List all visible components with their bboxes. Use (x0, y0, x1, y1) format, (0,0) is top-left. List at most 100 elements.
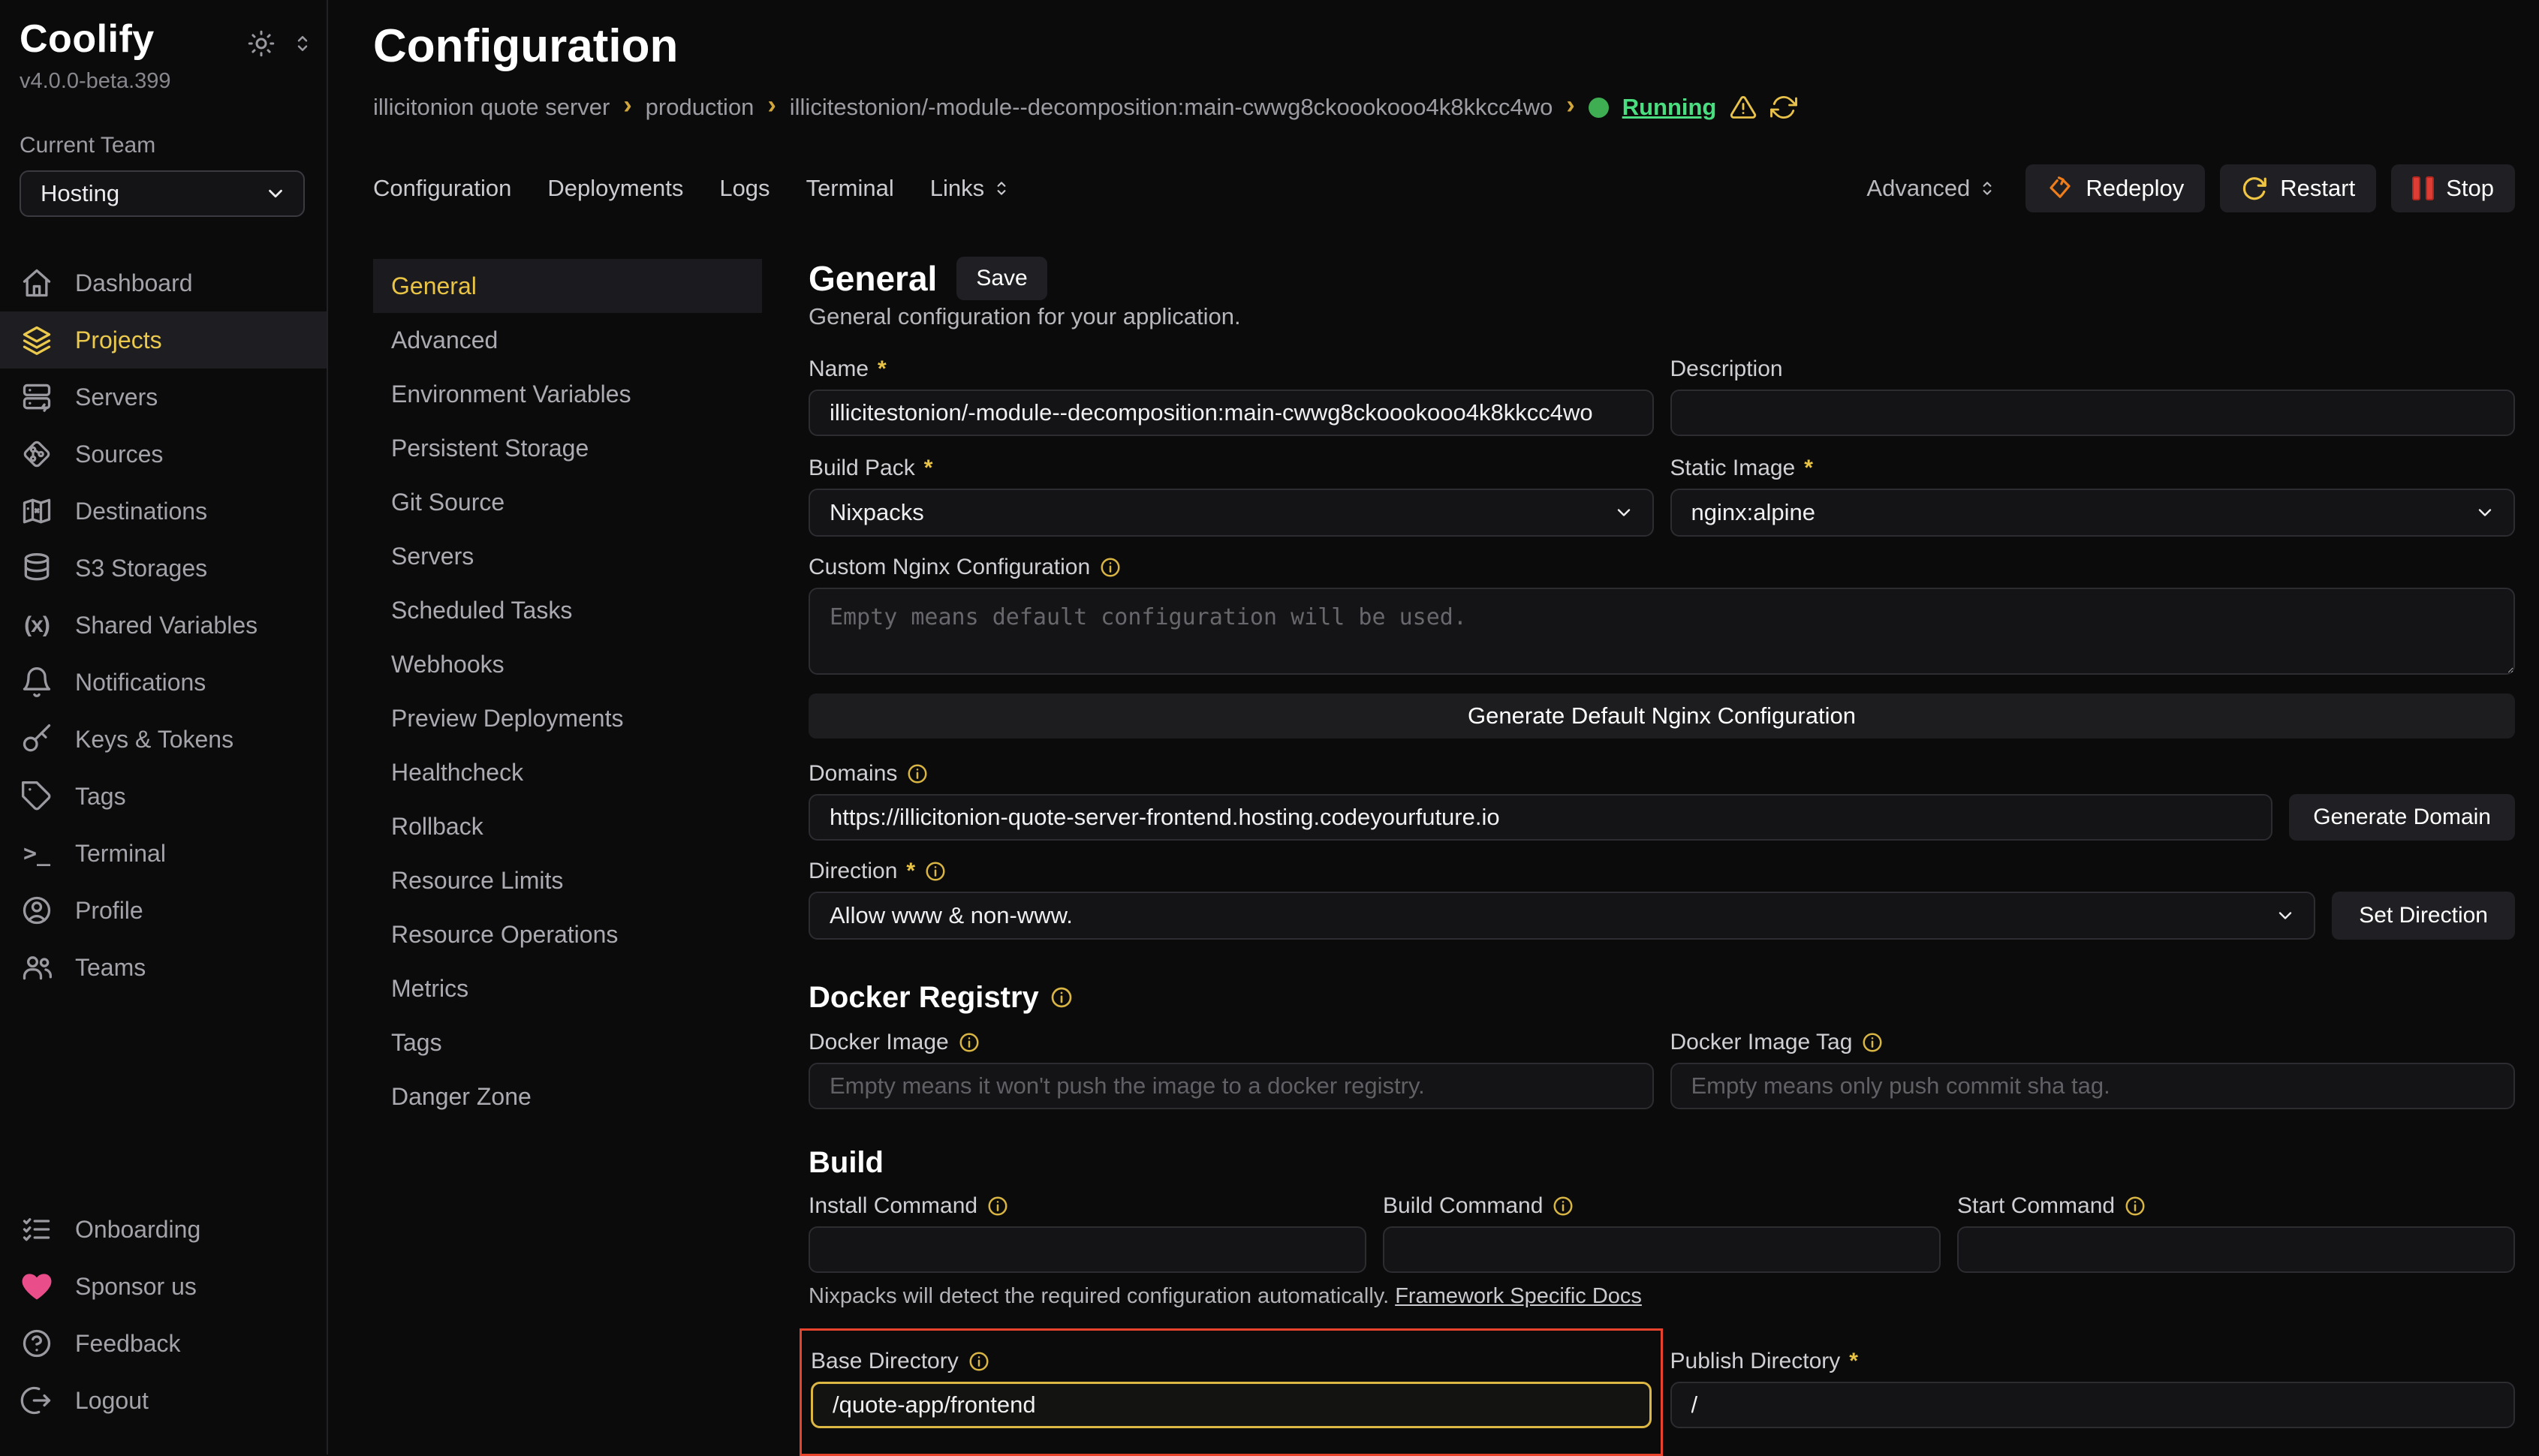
domains-label: Domains (809, 761, 897, 787)
sidebar-item-logout[interactable]: Logout (0, 1372, 327, 1429)
required-mark: * (878, 356, 887, 382)
stop-button[interactable]: Stop (2391, 164, 2515, 212)
build-pack-select[interactable]: Nixpacks (809, 489, 1654, 537)
set-direction-button[interactable]: Set Direction (2332, 892, 2515, 940)
info-icon[interactable] (1099, 556, 1122, 579)
description-input[interactable] (1670, 390, 2516, 436)
sidebar-item-destinations[interactable]: Destinations (0, 483, 327, 540)
sidebar-item-sponsor[interactable]: Sponsor us (0, 1258, 327, 1315)
custom-nginx-textarea[interactable] (809, 588, 2515, 675)
sidebar-item-servers[interactable]: Servers (0, 369, 327, 426)
section-title-general: General (809, 258, 937, 299)
subnav-item-scheduled-tasks[interactable]: Scheduled Tasks (373, 583, 762, 637)
docker-image-input[interactable] (809, 1063, 1654, 1109)
subnav-item-git-source[interactable]: Git Source (373, 475, 762, 529)
info-icon[interactable] (968, 1350, 990, 1373)
updown-selector-icon[interactable] (291, 31, 314, 56)
required-mark: * (1804, 456, 1813, 481)
docker-image-tag-input[interactable] (1670, 1063, 2516, 1109)
sidebar-item-projects[interactable]: Projects (0, 311, 327, 369)
map-icon (20, 494, 54, 528)
warning-triangle-icon[interactable] (1730, 94, 1757, 121)
updown-selector-icon (992, 177, 1011, 200)
info-icon[interactable] (1861, 1031, 1884, 1054)
subnav-item-rollback[interactable]: Rollback (373, 799, 762, 853)
tabs-row: Configuration Deployments Logs Terminal … (373, 164, 2515, 212)
framework-docs-link[interactable]: Framework Specific Docs (1395, 1284, 1642, 1309)
subnav-item-servers[interactable]: Servers (373, 529, 762, 583)
tab-terminal[interactable]: Terminal (806, 175, 894, 202)
tab-deployments[interactable]: Deployments (547, 175, 683, 202)
breadcrumb-environment[interactable]: production (646, 94, 754, 121)
info-icon[interactable] (1050, 985, 1074, 1009)
save-button[interactable]: Save (956, 257, 1047, 300)
install-command-input[interactable] (809, 1226, 1366, 1273)
sidebar-item-terminal[interactable]: >_ Terminal (0, 825, 327, 882)
subnav-item-persistent-storage[interactable]: Persistent Storage (373, 421, 762, 475)
sidebar-item-tags[interactable]: Tags (0, 768, 327, 825)
info-icon[interactable] (924, 860, 947, 883)
app-version: v4.0.0-beta.399 (20, 69, 327, 94)
subnav-item-webhooks[interactable]: Webhooks (373, 637, 762, 691)
direction-select[interactable]: Allow www & non-www. (809, 892, 2315, 940)
publish-directory-input[interactable] (1670, 1382, 2516, 1428)
tab-logs[interactable]: Logs (719, 175, 770, 202)
tab-configuration[interactable]: Configuration (373, 175, 511, 202)
subnav-item-danger-zone[interactable]: Danger Zone (373, 1069, 762, 1124)
required-mark: * (906, 859, 915, 884)
start-command-input[interactable] (1957, 1226, 2515, 1273)
tab-links[interactable]: Links (930, 175, 1011, 202)
subnav-item-general[interactable]: General (373, 259, 762, 313)
subnav-item-resource-limits[interactable]: Resource Limits (373, 853, 762, 907)
sidebar-item-s3-storages[interactable]: S3 Storages (0, 540, 327, 597)
sidebar-item-onboarding[interactable]: Onboarding (0, 1201, 327, 1258)
redeploy-button[interactable]: Redeploy (2025, 164, 2205, 212)
info-icon[interactable] (2124, 1195, 2146, 1217)
subnav-item-metrics[interactable]: Metrics (373, 961, 762, 1015)
restart-button[interactable]: Restart (2220, 164, 2376, 212)
sidebar-item-teams[interactable]: Teams (0, 939, 327, 996)
main-content: Configuration illicitonion quote server … (330, 0, 2539, 1454)
team-select[interactable]: Hosting (20, 170, 305, 217)
sidebar-item-profile[interactable]: Profile (0, 882, 327, 939)
sidebar-item-dashboard[interactable]: Dashboard (0, 254, 327, 311)
restart-icon (2241, 175, 2268, 202)
sidebar-item-label: Tags (75, 783, 126, 811)
subnav-item-tags[interactable]: Tags (373, 1015, 762, 1069)
stop-label: Stop (2446, 175, 2494, 202)
name-input[interactable] (809, 390, 1654, 436)
sidebar-item-notifications[interactable]: Notifications (0, 654, 327, 711)
generate-domain-button[interactable]: Generate Domain (2289, 794, 2515, 841)
sun-icon[interactable] (248, 30, 275, 57)
build-title: Build (809, 1146, 884, 1180)
info-icon[interactable] (906, 763, 929, 785)
info-icon[interactable] (958, 1031, 980, 1054)
subnav-item-healthcheck[interactable]: Healthcheck (373, 745, 762, 799)
build-command-input[interactable] (1383, 1226, 1941, 1273)
sidebar-item-sources[interactable]: Sources (0, 426, 327, 483)
base-directory-input[interactable] (811, 1382, 1652, 1428)
info-icon[interactable] (986, 1195, 1009, 1217)
subnav-item-environment-variables[interactable]: Environment Variables (373, 367, 762, 421)
sidebar-item-label: Projects (75, 326, 162, 354)
subnav-item-preview-deployments[interactable]: Preview Deployments (373, 691, 762, 745)
subnav-item-resource-operations[interactable]: Resource Operations (373, 907, 762, 961)
domains-input[interactable] (809, 794, 2272, 841)
status-badge[interactable]: Running (1622, 94, 1717, 121)
sidebar-item-feedback[interactable]: Feedback (0, 1315, 327, 1372)
advanced-selector[interactable]: Advanced (1866, 175, 1997, 202)
info-icon[interactable] (1552, 1195, 1574, 1217)
breadcrumb-application[interactable]: illicitestonion/-module--decomposition:m… (790, 94, 1553, 121)
sidebar-item-label: S3 Storages (75, 555, 207, 582)
refresh-icon[interactable] (1770, 94, 1797, 121)
generate-nginx-button[interactable]: Generate Default Nginx Configuration (809, 693, 2515, 739)
static-image-select[interactable]: nginx:alpine (1670, 489, 2516, 537)
sidebar-item-keys-tokens[interactable]: Keys & Tokens (0, 711, 327, 768)
start-command-label: Start Command (1957, 1193, 2115, 1219)
users-icon (20, 950, 54, 985)
sidebar-item-label: Onboarding (75, 1216, 200, 1244)
subnav-item-advanced[interactable]: Advanced (373, 313, 762, 367)
sidebar-item-label: Profile (75, 897, 143, 925)
breadcrumb-project[interactable]: illicitonion quote server (373, 94, 610, 121)
sidebar-item-shared-variables[interactable]: (x) Shared Variables (0, 597, 327, 654)
